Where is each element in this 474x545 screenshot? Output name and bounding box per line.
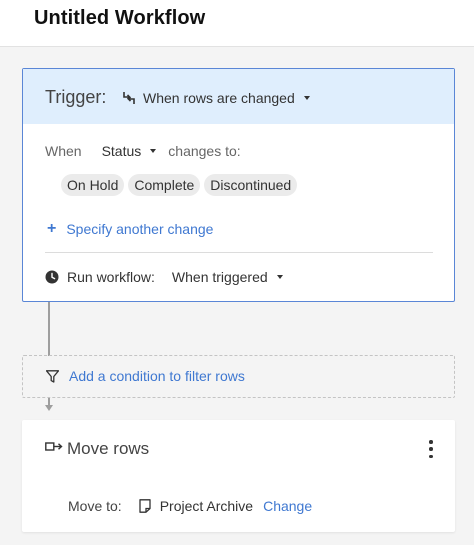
changes-to-label: changes to: [168,143,241,159]
run-workflow-row: Run workflow: When triggered [45,267,283,287]
page-title: Untitled Workflow [34,7,206,29]
chevron-down-icon [150,149,157,153]
trigger-card: Trigger: When rows are changed When Stat… [22,68,455,302]
trigger-event-label: When rows are changed [143,90,295,106]
move-to-row: Move to: Project Archive Change [68,496,312,516]
add-condition-link[interactable]: Add a condition to filter rows [69,368,245,384]
value-chip[interactable]: Discontinued [204,174,298,196]
kebab-dot [429,440,433,444]
run-workflow-value: When triggered [171,269,268,285]
kebab-dot [429,447,433,451]
header: Untitled Workflow [0,0,474,46]
destination-sheet-name: Project Archive [159,498,254,514]
specify-another-change-label: Specify another change [66,221,214,237]
specify-another-change-link[interactable]: + Specify another change [47,219,213,239]
plus-icon: + [47,220,57,237]
move-rows-icon [45,442,63,451]
run-workflow-dropdown[interactable]: When triggered [172,269,283,285]
chevron-down-icon [276,275,283,279]
chevron-down-icon [303,96,310,100]
when-row: When Status changes to: [45,141,241,161]
filter-icon [46,370,59,383]
move-to-label: Move to: [68,498,122,514]
value-chip[interactable]: Complete [128,174,201,196]
more-options-icon[interactable] [425,440,437,458]
change-destination-link[interactable]: Change [263,498,312,514]
arrow-down-icon [45,405,53,411]
trigger-label: Trigger: [45,87,107,107]
action-title: Move rows [67,439,150,458]
when-label: When [45,143,82,159]
clock-icon [45,270,59,284]
sheet-icon [139,499,151,513]
field-dropdown[interactable]: Status [102,143,157,159]
value-chip[interactable]: On Hold [61,174,125,196]
trigger-header: Trigger: When rows are changed [23,69,454,124]
value-chips: On Hold Complete Discontinued [61,174,301,196]
connector-line [48,302,50,356]
header-divider [0,46,474,47]
trigger-event-dropdown[interactable]: When rows are changed [121,87,310,109]
divider [45,252,433,253]
kebab-dot [429,454,433,458]
swap-arrows-icon [123,92,135,104]
field-dropdown-label: Status [101,143,142,159]
condition-block[interactable]: Add a condition to filter rows [22,355,455,398]
action-card: Move rows Move to: Project Archive Chang… [22,420,455,532]
run-workflow-label: Run workflow: [67,269,155,285]
